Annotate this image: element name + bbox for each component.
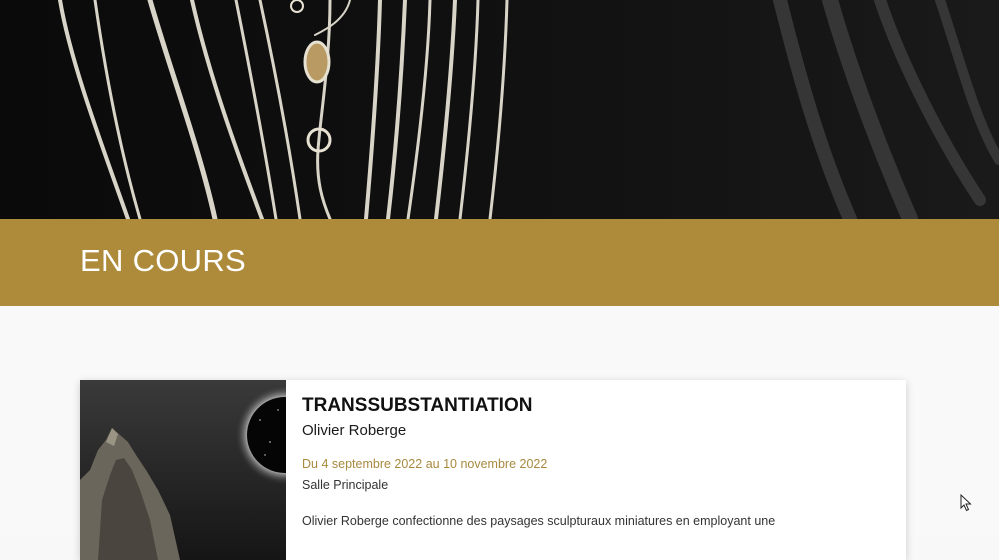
exhibition-dates: Du 4 septembre 2022 au 10 novembre 2022 (302, 457, 548, 471)
eclipse-landscape-graphic (80, 380, 286, 560)
section-header: EN COURS (0, 219, 999, 306)
exhibition-title[interactable]: TRANSSUBSTANTIATION (302, 395, 532, 417)
hero-image (0, 0, 999, 219)
exhibition-description: Olivier Roberge confectionne des paysage… (302, 514, 776, 528)
hero-artwork-graphic (0, 0, 999, 219)
exhibition-artist: Olivier Roberge (302, 422, 407, 439)
exhibition-thumbnail[interactable] (80, 380, 286, 560)
exhibition-room: Salle Principale (302, 478, 389, 492)
mouse-pointer-icon (960, 493, 972, 512)
exhibition-card[interactable]: TRANSSUBSTANTIATION Olivier Roberge Du 4… (80, 380, 906, 560)
section-title: EN COURS (80, 243, 247, 278)
